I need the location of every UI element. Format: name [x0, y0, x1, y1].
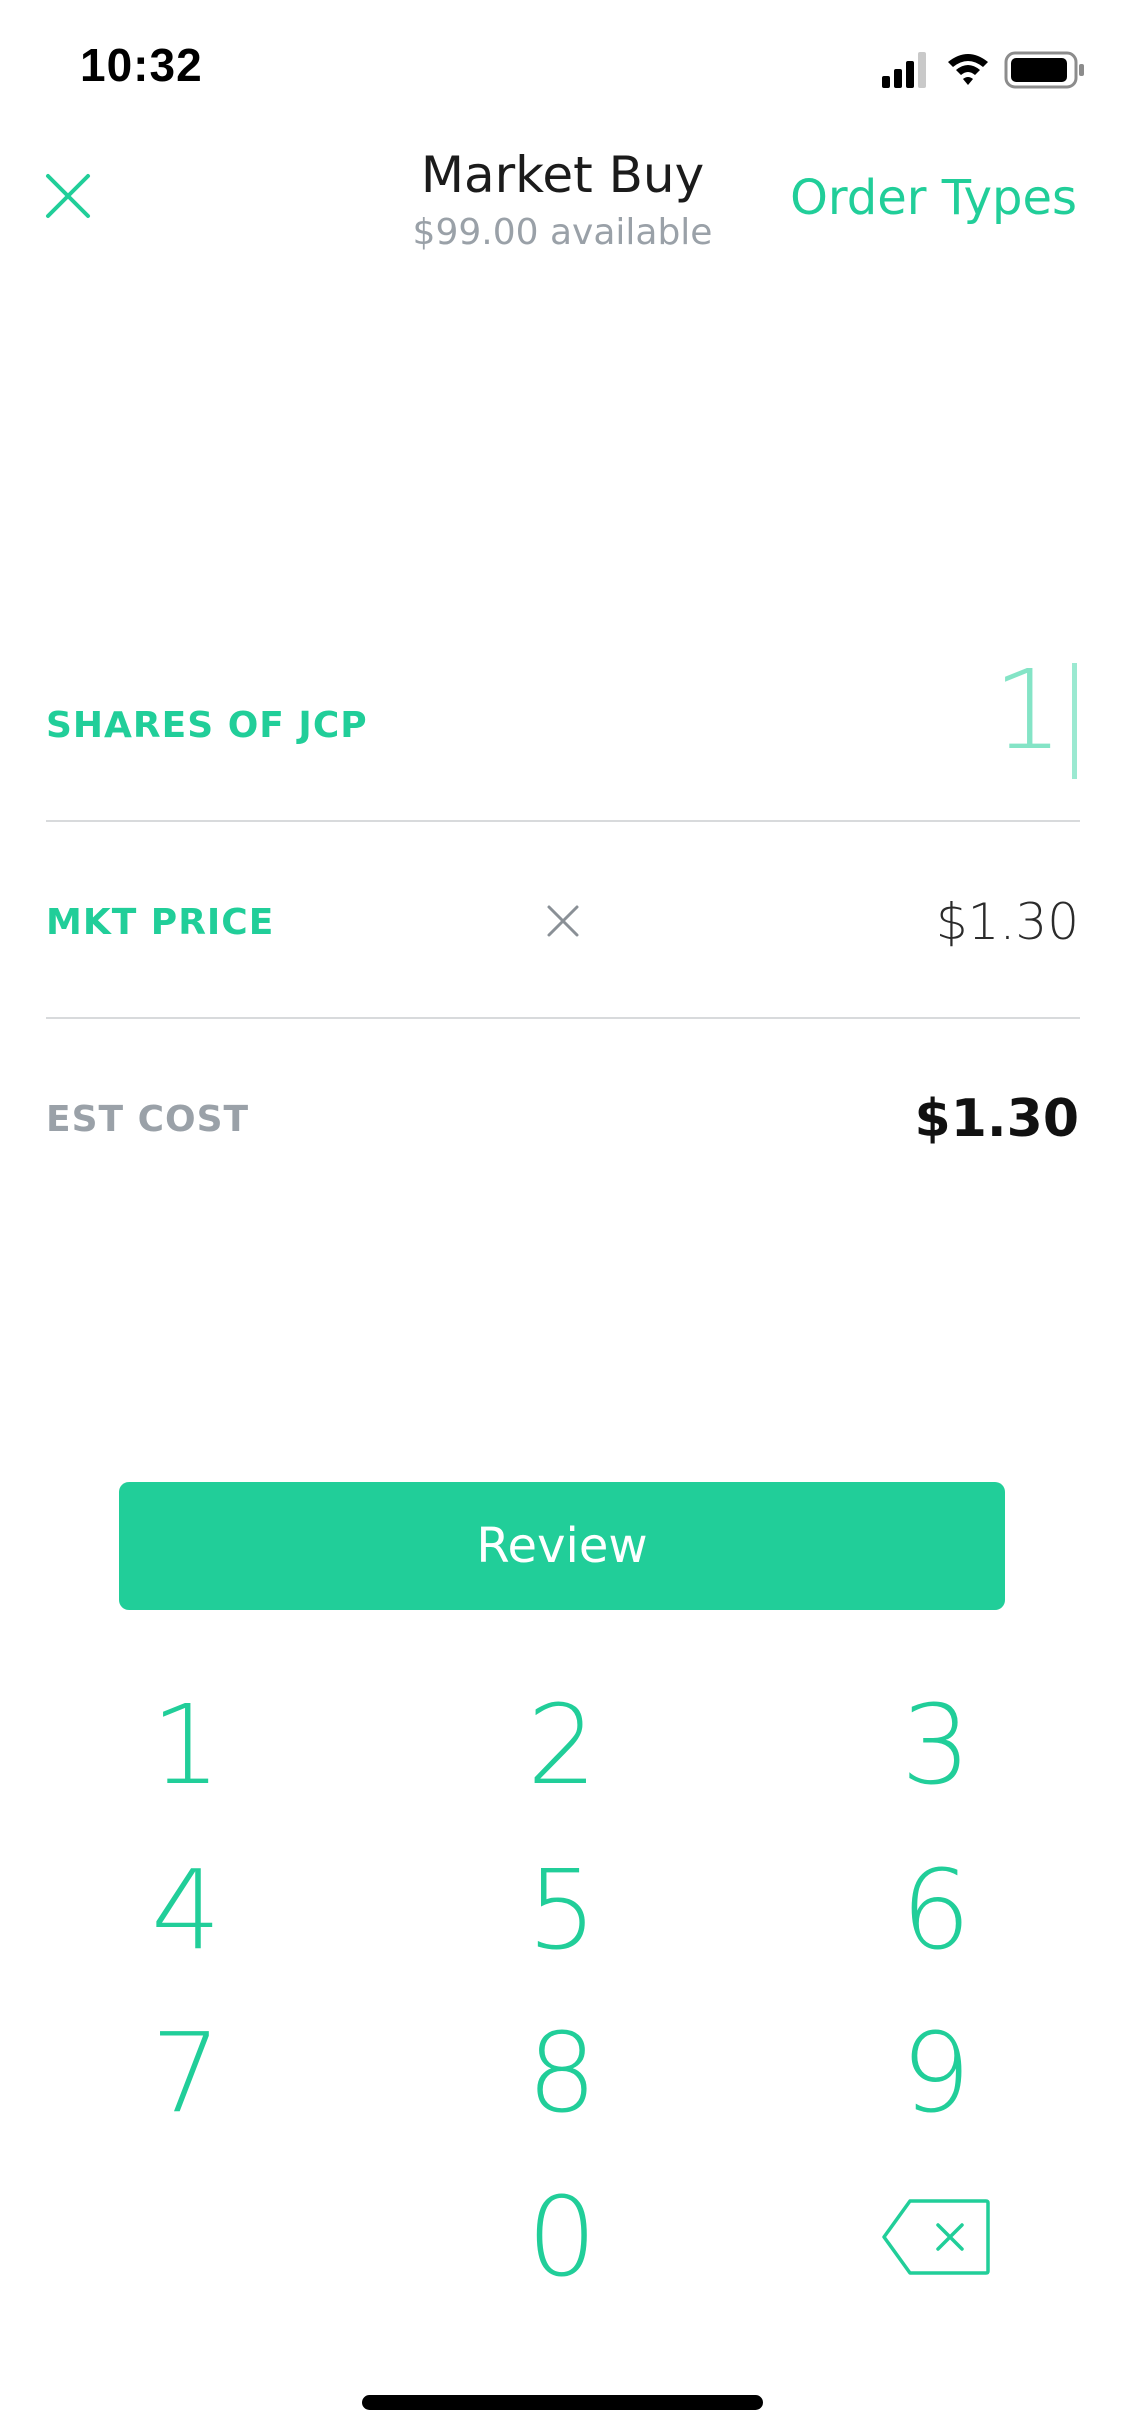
clear-icon[interactable]: [546, 904, 580, 938]
est-cost-label: EST COST: [46, 1099, 250, 1140]
status-time: 10:32: [80, 39, 203, 91]
battery-icon: [1004, 51, 1084, 89]
est-cost-value: $1.30: [914, 1089, 1079, 1149]
market-price-label: MKT PRICE: [46, 902, 275, 943]
divider: [46, 820, 1080, 822]
keypad-key-9[interactable]: 9: [836, 2008, 1036, 2138]
keypad-key-4[interactable]: 4: [86, 1845, 286, 1975]
keypad-key-5[interactable]: 5: [462, 1845, 662, 1975]
keypad-key-0[interactable]: 0: [462, 2172, 662, 2302]
review-button[interactable]: Review: [119, 1482, 1005, 1610]
home-indicator[interactable]: [362, 2395, 763, 2410]
text-cursor: [1072, 663, 1077, 779]
keypad-key-2[interactable]: 2: [462, 1680, 662, 1810]
order-types-link[interactable]: Order Types: [790, 170, 1077, 226]
keypad-key-8[interactable]: 8: [462, 2008, 662, 2138]
keypad-key-3[interactable]: 3: [836, 1680, 1036, 1810]
market-price-value: $1.30: [935, 893, 1079, 951]
status-icons: [882, 51, 1084, 89]
keypad-key-6[interactable]: 6: [836, 1845, 1036, 1975]
wifi-icon: [948, 54, 988, 85]
cellular-signal-icon: [882, 52, 926, 88]
divider: [46, 1017, 1080, 1019]
backspace-icon[interactable]: [880, 2197, 992, 2277]
keypad-key-7[interactable]: 7: [86, 2008, 286, 2138]
shares-label: SHARES OF JCP: [46, 705, 368, 746]
keypad-key-1[interactable]: 1: [86, 1680, 286, 1810]
market-buy-screen: 10:32 Market Buy $99.00 available Order …: [0, 0, 1125, 2436]
shares-input[interactable]: 1: [993, 655, 1063, 765]
